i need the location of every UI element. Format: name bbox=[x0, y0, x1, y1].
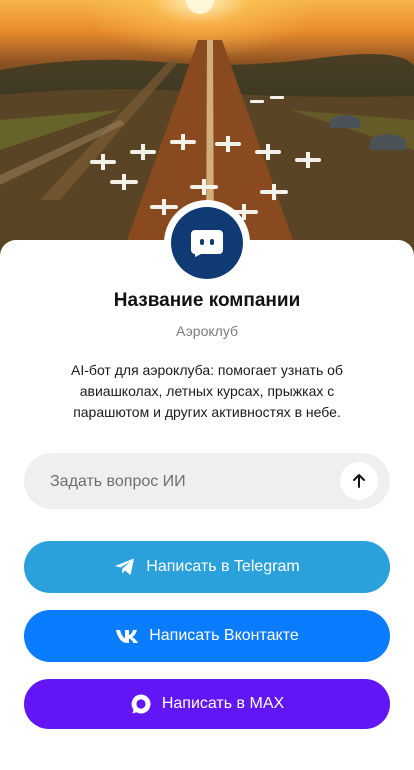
vkontakte-button-label: Написать Вконтакте bbox=[149, 627, 299, 644]
company-name: Название компании bbox=[113, 290, 301, 311]
telegram-button-label: Написать в Telegram bbox=[146, 558, 300, 575]
vkontakte-button[interactable]: Написать Вконтакте bbox=[24, 610, 390, 662]
company-type: Аэроклуб bbox=[176, 323, 238, 339]
ask-ai-field bbox=[24, 453, 390, 511]
vk-icon bbox=[115, 628, 139, 644]
chat-bot-icon bbox=[171, 207, 243, 279]
telegram-icon bbox=[114, 557, 136, 577]
arrow-up-icon bbox=[353, 474, 365, 488]
telegram-button[interactable]: Написать в Telegram bbox=[24, 541, 390, 593]
bot-description: AI-бот для аэроклуба: помогает узнать об… bbox=[71, 362, 343, 420]
ask-ai-input[interactable] bbox=[48, 453, 332, 511]
max-button[interactable]: Написать в MAX bbox=[24, 679, 390, 729]
max-icon bbox=[130, 693, 152, 715]
avatar bbox=[164, 200, 250, 286]
send-button[interactable] bbox=[340, 462, 378, 500]
max-button-label: Написать в MAX bbox=[161, 695, 285, 712]
